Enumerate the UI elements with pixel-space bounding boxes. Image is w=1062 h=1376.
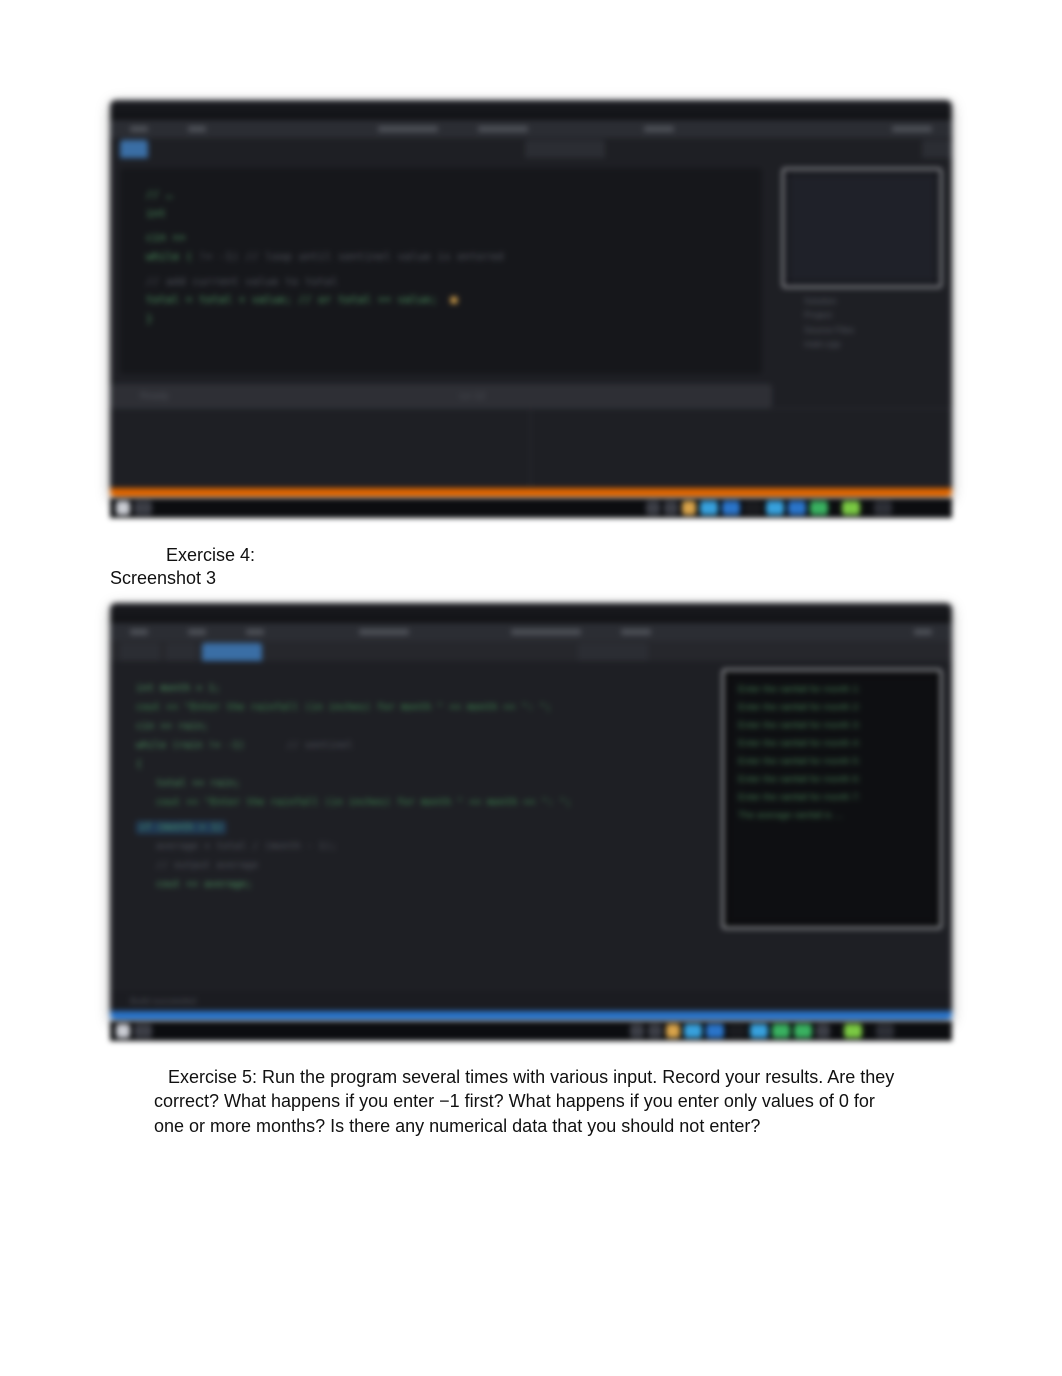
ide2-out-5: Enter the rainfall for month 6: — [738, 771, 926, 789]
caption-ex5: Exercise 5: Run the program several time… — [154, 1065, 908, 1138]
tb2-tray[interactable] — [876, 1024, 894, 1038]
ide2-code-l7: total += rain; — [156, 778, 240, 789]
ide2-tab-row — [110, 641, 952, 661]
ide2-out-2: Enter the rainfall for month 3: — [738, 717, 926, 735]
ide2-code-l9: cout << "Enter the rainfall (in inches) … — [156, 797, 571, 808]
ide2-code-l6: { — [136, 759, 142, 770]
ide2-status-bar — [110, 1011, 952, 1021]
tb2-icon-a[interactable] — [630, 1024, 644, 1038]
tb1-app[interactable] — [134, 501, 152, 515]
ide2-out-0: Enter the rainfall for month 1: — [738, 681, 926, 699]
tb1-icon-i[interactable] — [810, 501, 828, 515]
ide1-status-bar — [110, 488, 952, 498]
caption-ex4-block: Exercise 4: Screenshot 3 — [110, 544, 908, 589]
ide2-bottom-text: Build succeeded — [130, 996, 196, 1006]
ide2-titlebar — [110, 603, 952, 623]
caption-ex4: Exercise 4: — [166, 544, 908, 567]
ide2-tab-2[interactable] — [166, 643, 196, 661]
ide1-tree-2: Source Files — [804, 323, 940, 337]
tb2-icon-k[interactable] — [844, 1024, 862, 1038]
tb2-icon-b[interactable] — [648, 1024, 662, 1038]
ide2-out-4: Enter the rainfall for month 5: — [738, 753, 926, 771]
tb2-icon-f[interactable] — [728, 1024, 746, 1038]
taskbar-1 — [110, 498, 952, 518]
tb2-icon-g[interactable] — [750, 1024, 768, 1038]
ide2-code-l3: cout << "Enter the rainfall (in inches) … — [136, 702, 551, 713]
ide1-code-l7: total = total + value; // or total += va… — [146, 293, 437, 306]
tb1-icon-d[interactable] — [700, 501, 718, 515]
ide1-solution-panel[interactable] — [782, 168, 942, 288]
tb1-icon-b[interactable] — [664, 501, 678, 515]
ide2-tab-1[interactable] — [120, 643, 160, 661]
ide-screenshot-1: // … int cin >> while ( != -1) // loop u… — [110, 100, 952, 498]
tb1-icon-g[interactable] — [766, 501, 784, 515]
ide2-toolbar — [110, 623, 952, 641]
taskbar-2 — [110, 1021, 952, 1041]
ide1-editor[interactable]: // … int cin >> while ( != -1) // loop u… — [120, 168, 762, 374]
ide2-editor[interactable]: int month = 1; cout << "Enter the rainfa… — [110, 661, 712, 991]
caption-shot3: Screenshot 3 — [110, 567, 908, 590]
ide2-code-l5: while (rain != -1) — [136, 740, 244, 751]
ide1-code-l4: while ( — [146, 250, 192, 263]
ide1-project-tree[interactable]: Solution Project Source Files main.cpp — [792, 288, 952, 358]
ide2-code-l12: if (month > 1) — [136, 821, 226, 834]
ide2-out-6: Enter the rainfall for month 7: — [738, 789, 926, 807]
ide-screenshot-2: int month = 1; cout << "Enter the rainfa… — [110, 603, 952, 1021]
ide1-titlebar — [110, 100, 952, 120]
tb2-icon-j[interactable] — [816, 1024, 830, 1038]
ide2-code-l4: cin >> rain; — [136, 721, 208, 732]
ide2-tab-center[interactable] — [578, 643, 648, 661]
start-icon[interactable] — [116, 501, 130, 515]
tb1-icon-j[interactable] — [842, 501, 860, 515]
ide1-bottom-panels — [110, 408, 952, 488]
ide1-code-l8: } — [146, 312, 153, 325]
ide1-code-l2: int — [146, 207, 166, 220]
ide1-code-l3: cin >> — [146, 231, 186, 244]
ide1-hint-right: Ln 12 — [460, 391, 485, 402]
ide2-bottom-bar: Build succeeded — [110, 991, 952, 1011]
ide1-tab-3[interactable] — [922, 140, 952, 158]
tb1-icon-f[interactable] — [744, 501, 762, 515]
tb2-icon-e[interactable] — [706, 1024, 724, 1038]
ide1-hint-bar: Ready Ln 12 — [110, 384, 772, 408]
tb2-icon-d[interactable] — [684, 1024, 702, 1038]
ide2-out-8: The average rainfall is … — [738, 807, 926, 825]
tb1-tray[interactable] — [874, 501, 892, 515]
ide1-code-l6: // add current value to total — [146, 275, 338, 288]
ide2-code-l13: average = total / (month - 1); — [156, 841, 337, 852]
caption-ex5-text: Exercise 5: Run the program several time… — [154, 1067, 894, 1136]
ide1-tree-3: main.cpp — [804, 337, 940, 351]
ide2-out-1: Enter the rainfall for month 2: — [738, 699, 926, 717]
tb2-icon-i[interactable] — [794, 1024, 812, 1038]
tb2-icon-h[interactable] — [772, 1024, 790, 1038]
tb1-icon-a[interactable] — [646, 501, 660, 515]
ide1-toolbar — [110, 120, 952, 138]
ide1-code-l4b: != -1) // loop until sentinel value is e… — [199, 250, 504, 263]
ide1-tab-row — [110, 138, 952, 158]
tb1-icon-c[interactable] — [682, 501, 696, 515]
tb2-app[interactable] — [134, 1024, 152, 1038]
ide2-output-panel[interactable]: Enter the rainfall for month 1: Enter th… — [722, 669, 942, 929]
ide1-code-l1: // … — [146, 188, 173, 201]
ide2-out-3: Enter the rainfall for month 4: — [738, 735, 926, 753]
tb1-icon-h[interactable] — [788, 501, 806, 515]
start-icon-2[interactable] — [116, 1024, 130, 1038]
ide2-code-l1: int month = 1; — [136, 683, 220, 694]
ide2-tab-active[interactable] — [202, 643, 262, 661]
ide1-hint-left: Ready — [140, 391, 169, 402]
ide2-code-l14: cout << average; — [156, 879, 252, 890]
ide1-tab-active[interactable] — [120, 140, 148, 158]
tb2-icon-c[interactable] — [666, 1024, 680, 1038]
tb1-icon-e[interactable] — [722, 501, 740, 515]
ide1-tree-1: Project — [804, 308, 940, 322]
ide1-tree-0: Solution — [804, 294, 940, 308]
ide1-tab-2[interactable] — [525, 140, 605, 158]
